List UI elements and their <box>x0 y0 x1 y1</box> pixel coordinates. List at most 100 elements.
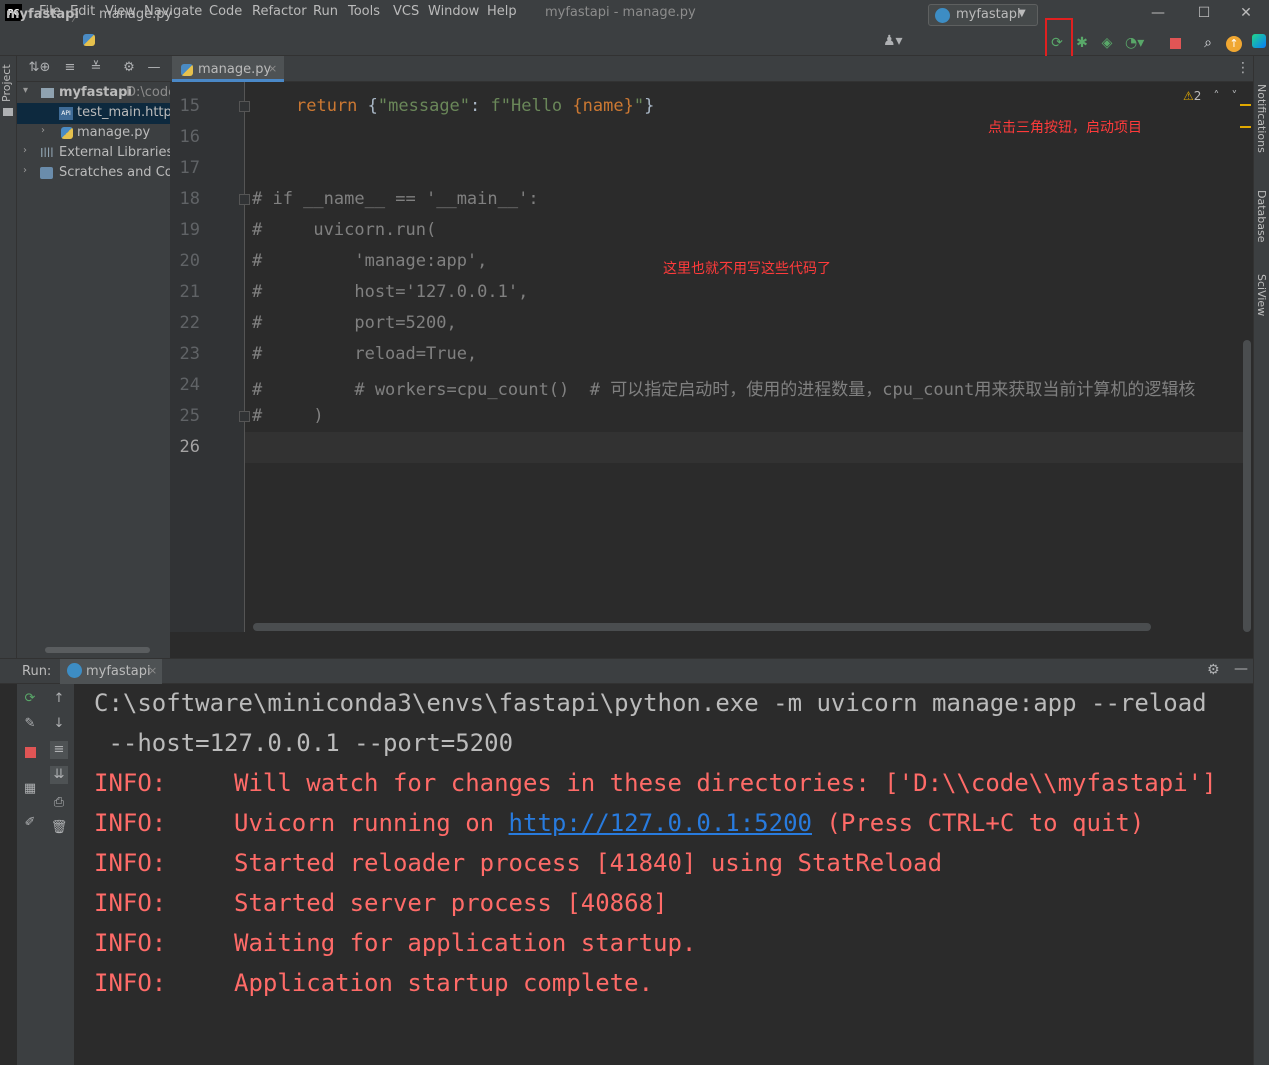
search-icon[interactable]: ⌕ <box>1199 34 1217 52</box>
trash-icon[interactable]: 🗑 <box>50 819 68 837</box>
warning-indicator[interactable]: ⚠2 ˄ ˅ <box>1183 89 1237 103</box>
chevron-right-icon: › <box>23 165 27 176</box>
log-level: INFO: <box>94 809 167 837</box>
maximize-button[interactable]: ☐ <box>1181 0 1227 26</box>
hide-icon[interactable]: — <box>146 60 162 76</box>
console-log-line: INFO: <box>94 929 166 957</box>
stop-icon[interactable] <box>1166 34 1184 52</box>
folder-icon <box>41 88 54 98</box>
collapse-all-icon[interactable]: ≚ <box>88 60 104 76</box>
console-log-message: Started reloader process [41840] using S… <box>234 849 943 877</box>
close-window-button[interactable]: ✕ <box>1223 0 1269 26</box>
chevron-right-icon: › <box>23 145 27 156</box>
arrow-down-icon[interactable]: ↓ <box>50 715 68 733</box>
project-horizontal-scrollbar[interactable] <box>45 647 150 653</box>
console-log-line: INFO: <box>94 889 166 917</box>
coverage-icon[interactable]: ◈ <box>1098 34 1116 52</box>
scroll-to-end-icon[interactable]: ⇊ <box>50 766 68 784</box>
console-log-line: INFO: <box>94 769 166 797</box>
menu-run[interactable]: Run <box>313 4 338 19</box>
folder-icon <box>3 108 13 116</box>
code-token: f"Hello <box>490 96 573 116</box>
tree-item-myfastapi[interactable]: ▾ myfastapi D:\code <box>17 83 170 103</box>
jetbrains-icon[interactable] <box>1250 34 1268 52</box>
gear-icon[interactable]: ⚙ <box>1207 662 1220 678</box>
menu-code[interactable]: Code <box>209 4 242 19</box>
tab-sciview[interactable]: SciView <box>1254 274 1268 316</box>
breadcrumb-project[interactable]: myfastapi <box>6 7 79 22</box>
arrow-up-icon[interactable]: ↑ <box>50 690 68 708</box>
console-log-message: Waiting for application startup. <box>234 929 697 957</box>
soft-wrap-icon[interactable]: ≡ <box>50 741 68 759</box>
server-url-link[interactable]: http://127.0.0.1:5200 <box>509 809 812 837</box>
line-number: 17 <box>179 158 200 178</box>
tree-item-manage-py[interactable]: › manage.py <box>17 123 170 143</box>
editor-vertical-scrollbar[interactable] <box>1243 340 1251 632</box>
log-text: (Press CTRL+C to quit) <box>811 809 1145 837</box>
menu-help[interactable]: Help <box>487 4 517 19</box>
locate-icon[interactable]: ⊕ <box>37 60 53 76</box>
fold-marker-icon[interactable] <box>239 411 250 422</box>
tab-database[interactable]: Database <box>1254 190 1268 243</box>
wrench-icon[interactable]: ✎ <box>21 715 39 733</box>
hide-icon[interactable]: — <box>1234 661 1248 677</box>
scratches-icon <box>40 167 53 179</box>
chevron-down-icon: ▼ <box>1018 8 1026 19</box>
error-stripe-marker[interactable] <box>1240 104 1251 106</box>
editor-horizontal-scrollbar[interactable] <box>253 623 1151 631</box>
breadcrumb-separator: 〉 <box>71 10 85 25</box>
tree-item-test-main-http[interactable]: API test_main.http <box>17 103 170 123</box>
log-level: INFO: <box>94 929 167 957</box>
user-icon[interactable]: ♟▾ <box>883 33 903 49</box>
console-log-line: INFO: <box>94 849 166 877</box>
pin-icon[interactable]: ✐ <box>21 814 39 832</box>
run-panel-label: Run: <box>22 664 52 679</box>
console-log-line: INFO: <box>94 969 166 997</box>
code-token: return <box>296 96 358 116</box>
code-line-19: # uvicorn.run( <box>252 220 437 240</box>
console-log-message: Uvicorn running on http://127.0.0.1:5200… <box>234 809 1144 837</box>
menu-window[interactable]: Window <box>428 4 479 19</box>
more-icon[interactable]: ⋮ <box>1236 60 1250 76</box>
fold-marker-icon[interactable] <box>239 194 250 205</box>
tree-item-external-libraries[interactable]: › Illl External Libraries <box>17 143 170 163</box>
run-panel-header <box>0 658 1253 684</box>
rerun-icon[interactable]: ⟳ <box>21 690 39 708</box>
breadcrumb-file[interactable]: manage.py <box>99 7 172 22</box>
error-stripe-marker[interactable] <box>1240 126 1251 128</box>
line-number: 24 <box>179 375 200 395</box>
code-line-23: # reload=True, <box>252 344 478 364</box>
tree-label: Scratches and Consoles <box>59 165 170 180</box>
close-tab-icon[interactable]: × <box>148 664 157 677</box>
menu-vcs[interactable]: VCS <box>393 4 419 19</box>
gear-icon[interactable]: ⚙ <box>121 60 137 76</box>
log-level: INFO: <box>94 849 167 877</box>
code-line-24: # # workers=cpu_count() # 可以指定启动时，使用的进程数… <box>252 380 1196 400</box>
line-number: 23 <box>179 344 200 364</box>
menu-refactor[interactable]: Refactor <box>252 4 307 19</box>
tab-label: manage.py <box>198 62 272 77</box>
code-token: " <box>633 96 645 116</box>
code-line-18: # if __name__ == '__main__': <box>252 189 539 209</box>
print-icon[interactable]: ⎙ <box>50 794 68 812</box>
debug-icon[interactable]: ✱ <box>1073 34 1091 52</box>
menu-tools[interactable]: Tools <box>348 4 380 19</box>
tree-item-scratches[interactable]: › Scratches and Consoles <box>17 163 170 183</box>
line-number: 19 <box>179 220 200 240</box>
close-tab-icon[interactable]: × <box>268 62 277 75</box>
stop-icon[interactable] <box>21 746 39 764</box>
warning-icon: ⚠ <box>1183 89 1194 103</box>
library-icon: Illl <box>40 146 54 160</box>
console-command-line: --host=127.0.0.1 --port=5200 <box>94 729 514 757</box>
highlight-box <box>1045 18 1073 58</box>
fold-marker-icon[interactable] <box>239 101 250 112</box>
tab-notifications[interactable]: Notifications <box>1254 84 1268 153</box>
layout-icon[interactable]: ▦ <box>21 780 39 798</box>
update-icon[interactable]: ↑ <box>1225 34 1243 52</box>
left-tool-stripe <box>0 56 17 660</box>
expand-all-icon[interactable]: ≡ <box>62 60 78 76</box>
project-tool-tab[interactable]: Project <box>0 62 14 102</box>
profile-icon[interactable]: ◔▾ <box>1125 34 1144 52</box>
line-number: 20 <box>179 251 200 271</box>
minimize-button[interactable]: — <box>1135 0 1181 26</box>
